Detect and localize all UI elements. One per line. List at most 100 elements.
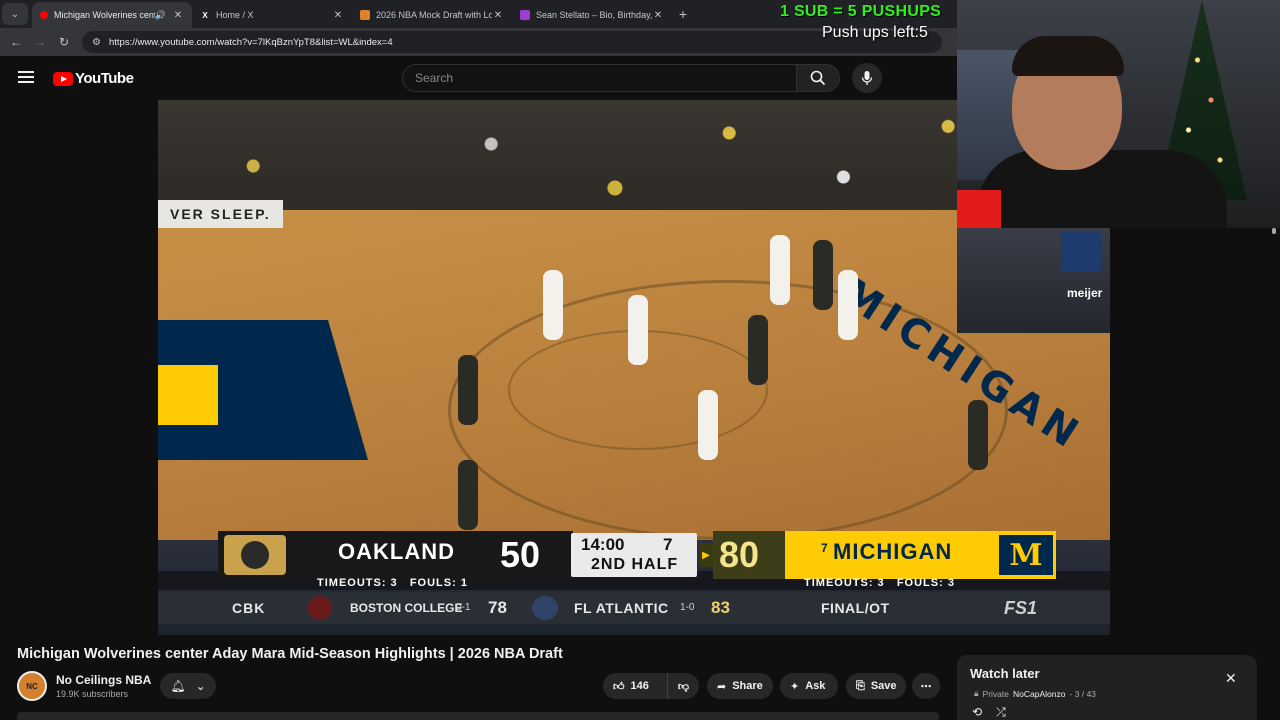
playlist-controls: ⟲ ⤮: [972, 705, 1006, 720]
menu-icon[interactable]: [18, 71, 34, 83]
voice-search-button[interactable]: [852, 63, 882, 93]
description-box[interactable]: [17, 712, 939, 720]
save-label: Save: [870, 680, 897, 692]
close-tab-icon[interactable]: ✕: [332, 10, 344, 21]
player: [698, 390, 718, 460]
like-count: 146: [630, 680, 649, 692]
boston-college-logo: [308, 596, 332, 620]
bell-icon: 🔔︎: [170, 679, 186, 693]
ask-button[interactable]: ✦ Ask: [780, 673, 838, 699]
close-icon[interactable]: ✕: [1225, 670, 1237, 687]
notification-bell-button[interactable]: 🔔︎ ⌄: [160, 673, 216, 699]
sponsor-text: meijer: [1067, 286, 1103, 300]
video-title: Michigan Wolverines center Aday Mara Mid…: [17, 646, 563, 662]
ticker-team2-score: 83: [711, 598, 730, 617]
game-clock-panel: 14:00 7 2ND HALF: [571, 533, 697, 577]
close-tab-icon[interactable]: ✕: [652, 10, 664, 21]
player: [838, 270, 858, 340]
side-video-frame: meijer: [957, 228, 1110, 333]
speaker-icon[interactable]: 🔊: [155, 10, 166, 21]
ticker-team2: FL ATLANTIC: [574, 600, 669, 616]
microphone-icon: [861, 71, 873, 85]
back-icon[interactable]: ←: [4, 35, 28, 49]
article-icon: [360, 10, 370, 20]
chevron-down-icon: ⌄: [195, 679, 206, 693]
arena-banner: [1061, 232, 1101, 272]
youtube-wordmark: YouTube: [75, 70, 134, 87]
more-actions-button[interactable]: ⋯: [912, 673, 940, 699]
watch-later-panel: Watch later 🔒︎ Private NoCapAlonzo - 3 /…: [957, 655, 1257, 720]
close-tab-icon[interactable]: ✕: [172, 10, 184, 21]
dislike-button[interactable]: 👎︎: [667, 673, 699, 699]
player: [813, 240, 833, 310]
loop-icon[interactable]: ⟲: [972, 705, 982, 720]
ticker-team1: BOSTON COLLEGE: [350, 601, 463, 615]
share-label: Share: [732, 680, 763, 692]
browser-toolbar: ← → ↻ ⚙ https://www.youtube.com/watch?v=…: [0, 28, 960, 56]
player: [968, 400, 988, 470]
streamer-hair: [1012, 36, 1124, 76]
youtube-icon: [40, 11, 48, 19]
game-period: 2ND HALF: [591, 556, 679, 573]
webcam-overlay: [957, 0, 1280, 228]
address-bar[interactable]: ⚙ https://www.youtube.com/watch?v=7lKqBz…: [82, 31, 942, 53]
ask-label: Ask: [805, 680, 826, 692]
player: [628, 295, 648, 365]
channel-name[interactable]: No Ceilings NBA: [56, 673, 151, 687]
ticker-status: FINAL/OT: [821, 600, 890, 616]
search-input[interactable]: Search: [402, 64, 796, 92]
x-icon: X: [202, 10, 208, 20]
home-team-name: MICHIGAN: [833, 539, 953, 564]
away-team-score: 50: [500, 534, 541, 575]
network-logo: FS1: [1004, 598, 1038, 618]
playlist-meta: 🔒︎ Private NoCapAlonzo - 3 / 43: [974, 688, 1096, 699]
ticker-league: CBK: [232, 600, 266, 616]
reload-icon[interactable]: ↻: [52, 35, 76, 49]
tab-mock-draft[interactable]: 2026 NBA Mock Draft with Lott ✕: [352, 2, 512, 28]
like-button[interactable]: 👍︎ 146: [603, 673, 667, 699]
tab-youtube[interactable]: Michigan Wolverines cente 🔊 ✕: [32, 2, 192, 28]
tab-x[interactable]: X Home / X ✕: [192, 2, 352, 28]
ticker-team1-record: 0-1: [456, 602, 471, 613]
youtube-masthead: YouTube Search: [0, 56, 960, 100]
scrollbar-thumb[interactable]: [1272, 228, 1276, 234]
playlist-position: - 3 / 43: [1069, 688, 1096, 699]
player: [543, 270, 563, 340]
michigan-logo: M: [999, 535, 1053, 575]
thumbs-up-icon: 👍︎: [613, 680, 625, 693]
scoreboard: OAKLAND 50 14:00 7 2ND HALF ▶ 80 7 MICHI…: [218, 531, 1056, 579]
shuffle-icon[interactable]: ⤮: [996, 705, 1006, 720]
home-team-rank: 7: [821, 541, 828, 555]
cam-red-chair: [957, 190, 1001, 228]
channel-avatar[interactable]: NC: [17, 671, 47, 701]
oakland-logo: [224, 535, 286, 575]
tab-title: Sean Stellato – Bio, Birthday, Ag: [536, 10, 652, 20]
pushups-left-text: Push ups left:5: [822, 24, 928, 41]
score-ticker: CBK BOSTON COLLEGE 0-1 78 FL ATLANTIC 1-…: [158, 592, 1110, 624]
possession-arrow-icon: ▶: [699, 543, 713, 567]
lock-icon: 🔒︎: [974, 688, 979, 698]
shot-clock: 7: [663, 535, 673, 554]
tab-title: Michigan Wolverines cente: [54, 10, 155, 20]
close-tab-icon[interactable]: ✕: [492, 10, 504, 21]
tab-stellato[interactable]: Sean Stellato – Bio, Birthday, Ag ✕: [512, 2, 672, 28]
site-info-icon[interactable]: ⚙: [92, 37, 101, 48]
youtube-logo[interactable]: YouTube: [53, 70, 134, 87]
playlist-owner[interactable]: NoCapAlonzo: [1013, 689, 1065, 699]
url-text: https://www.youtube.com/watch?v=7lKqBznY…: [108, 36, 393, 48]
tab-search-button[interactable]: ⌄: [2, 3, 28, 25]
playlist-title[interactable]: Watch later: [970, 666, 1040, 681]
search-button[interactable]: [796, 64, 840, 92]
site-icon: [520, 10, 530, 20]
save-button[interactable]: ⎘ Save: [846, 673, 906, 699]
tab-title: Home / X: [216, 10, 254, 20]
away-team-panel: OAKLAND 50: [218, 531, 573, 579]
referee: [458, 460, 478, 530]
player: [458, 355, 478, 425]
search-icon: [810, 70, 826, 86]
away-team-name: OAKLAND: [338, 539, 455, 564]
home-score-panel: 80: [713, 531, 785, 579]
share-button[interactable]: ➦ Share: [707, 673, 773, 699]
forward-icon[interactable]: →: [28, 35, 52, 49]
new-tab-icon[interactable]: +: [672, 6, 694, 22]
